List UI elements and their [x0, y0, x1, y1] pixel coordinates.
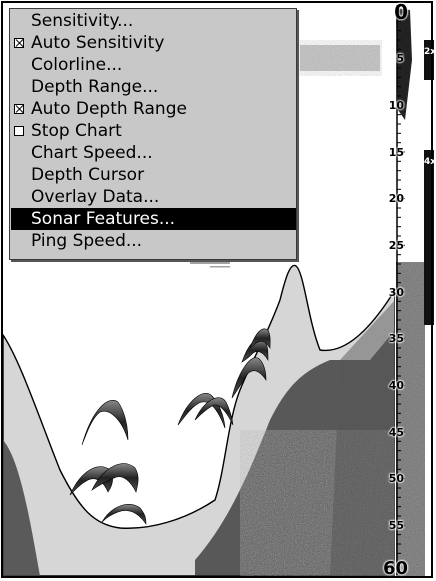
depth-label: 60 [382, 558, 408, 579]
zoom-tag-4x: 4x [424, 157, 436, 167]
depth-label: 20 [388, 192, 404, 206]
menu-item-label: Auto Sensitivity [31, 33, 165, 53]
checkbox-unchecked-icon[interactable] [14, 126, 24, 136]
menu-item-depth-range[interactable]: Depth Range... [11, 76, 296, 98]
menu-item-label: Depth Cursor [31, 165, 145, 185]
depth-label: 30 [388, 285, 404, 299]
menu-item-ping-speed[interactable]: Ping Speed... [11, 230, 296, 252]
menu-item-label: Chart Speed... [31, 143, 153, 163]
depth-label: 15 [388, 145, 404, 159]
depth-label: 25 [388, 238, 404, 252]
menu-item-colorline[interactable]: Colorline... [11, 54, 296, 76]
menu-item-auto-depth-range[interactable]: Auto Depth Range [11, 98, 296, 120]
checkbox-checked-icon[interactable] [14, 104, 24, 114]
menu-item-label: Auto Depth Range [31, 99, 187, 119]
menu-item-label: Ping Speed... [31, 231, 143, 251]
menu-item-chart-speed[interactable]: Chart Speed... [11, 142, 296, 164]
menu-item-label: Stop Chart [31, 121, 122, 141]
zoom-tag-2x: 2x [424, 47, 436, 57]
depth-label: 10 [388, 98, 404, 112]
menu-item-label: Colorline... [31, 55, 123, 75]
menu-item-label: Overlay Data... [31, 187, 160, 207]
sonar-menu: Sensitivity... Auto Sensitivity Colorlin… [9, 8, 297, 260]
depth-label: 35 [388, 332, 404, 346]
menu-item-depth-cursor[interactable]: Depth Cursor [11, 164, 296, 186]
depth-label: 0 [394, 0, 408, 24]
menu-item-sensitivity[interactable]: Sensitivity... [11, 10, 296, 32]
depth-label: 5 [396, 52, 404, 66]
menu-item-sonar-features[interactable]: Sonar Features... [11, 208, 296, 230]
menu-item-overlay-data[interactable]: Overlay Data... [11, 186, 296, 208]
depth-label: 55 [388, 518, 404, 532]
menu-item-auto-sensitivity[interactable]: Auto Sensitivity [11, 32, 296, 54]
menu-item-label: Sensitivity... [31, 11, 134, 31]
sonar-screen: 0 5 10 15 20 25 30 35 40 45 50 55 60 2x 4x Sensitivi… [0, 0, 436, 581]
menu-item-label: Depth Range... [31, 77, 159, 97]
menu-item-label: Sonar Features... [31, 209, 176, 229]
menu-item-stop-chart[interactable]: Stop Chart [11, 120, 296, 142]
depth-label: 50 [388, 472, 404, 486]
depth-label: 45 [388, 425, 404, 439]
checkbox-checked-icon[interactable] [14, 38, 24, 48]
depth-label: 40 [388, 378, 404, 392]
